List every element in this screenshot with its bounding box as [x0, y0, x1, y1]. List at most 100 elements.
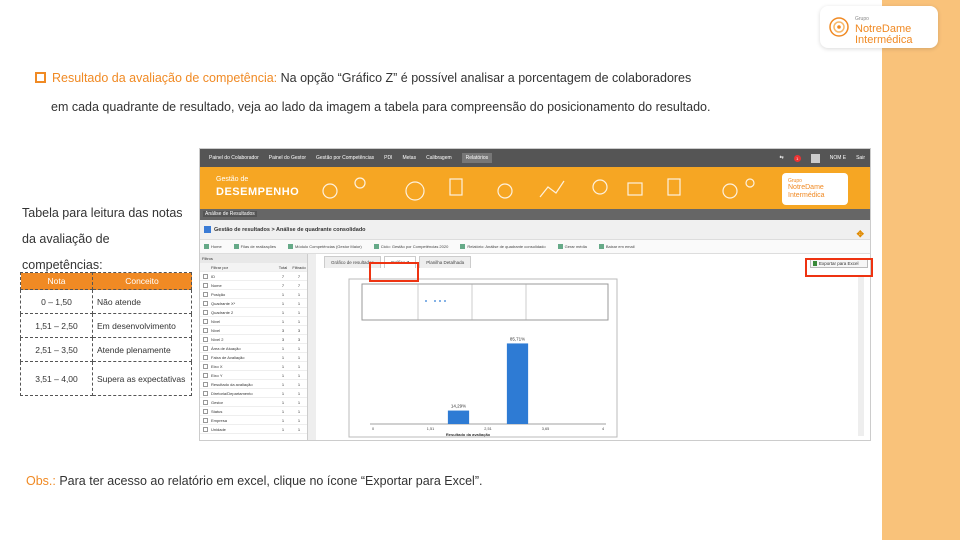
filter-filtered: 1 [297, 309, 301, 315]
scatter-point [434, 300, 436, 302]
pin-icon[interactable]: ✥ [856, 224, 864, 244]
filter-total: 1 [281, 372, 285, 378]
filter-checkbox[interactable] [203, 300, 208, 306]
filter-row[interactable]: Faixa de Avaliação 1 1 [200, 353, 307, 362]
filter-checkbox[interactable] [203, 327, 208, 333]
toolbar-item[interactable]: Gerar média [557, 244, 587, 250]
obs-label: Obs.: [26, 474, 56, 488]
nav-item[interactable]: Painel do Gestor [269, 155, 306, 161]
nav-item-active[interactable]: Relatórios [461, 153, 493, 163]
toolbar-item[interactable]: Módulo Competências (Gestor Maior) [288, 244, 362, 250]
filter-row[interactable]: Status 1 1 [200, 407, 307, 416]
filter-checkbox[interactable] [203, 336, 208, 342]
chart-bar [506, 343, 529, 424]
filter-checkbox[interactable] [203, 273, 208, 279]
filter-checkbox[interactable] [203, 417, 208, 423]
filter-checkbox[interactable] [203, 318, 208, 324]
page-title-bar: Gestão de resultados > Análise de quadra… [200, 220, 870, 240]
highlight-export-button [805, 258, 873, 277]
filter-row[interactable]: Nome 7 7 [200, 281, 307, 290]
filter-row[interactable]: Quadrante X* 1 1 [200, 299, 307, 308]
filter-checkbox[interactable] [203, 408, 208, 414]
filter-row[interactable]: Empresa 1 1 [200, 416, 307, 425]
chart-bar [447, 410, 470, 424]
toolbar-item[interactable]: Ciclo: Gestão por Competências 2020 [373, 244, 448, 250]
filter-checkbox[interactable] [203, 282, 208, 288]
filter-row[interactable]: Área de Atuação 1 1 [200, 344, 307, 353]
filter-row[interactable]: Nível 3 3 [200, 326, 307, 335]
toolbar-item[interactable]: Relatório: Análise de quadrante consolid… [460, 244, 546, 250]
nav-item[interactable]: Painel do Colaborador [209, 155, 259, 161]
filter-checkbox[interactable] [203, 381, 208, 387]
filter-row[interactable]: Eixo Y 1 1 [200, 371, 307, 380]
filter-name: Quadrante 2 [211, 309, 234, 315]
filter-name: Faixa de Avaliação [211, 354, 245, 360]
filter-row[interactable]: ID 7 7 [200, 272, 307, 281]
legend-header-nota: Nota [20, 272, 93, 290]
filter-row[interactable]: Posição 1 1 [200, 290, 307, 299]
filter-checkbox[interactable] [203, 354, 208, 360]
filter-filtered: 1 [297, 399, 301, 405]
chart-frame [348, 278, 618, 438]
filter-name: Quadrante X* [211, 300, 236, 306]
filter-checkbox[interactable] [203, 309, 208, 315]
filter-checkbox[interactable] [203, 291, 208, 297]
x-tick-label: 2,51 [484, 427, 491, 431]
filter-row[interactable]: Nível 1 1 [200, 317, 307, 326]
logo-line2: Intermédica [855, 34, 913, 46]
app-toolbar: Home Filas de realizações Módulo Competê… [200, 240, 870, 254]
nav-item[interactable]: PDI [384, 155, 392, 161]
toolbar-item[interactable]: Filas de realizações [233, 244, 276, 250]
filter-checkbox[interactable] [203, 426, 208, 432]
filters-columns: Filtrar por Total Filtrado [200, 263, 307, 272]
filter-row[interactable]: Eixo X 1 1 [200, 362, 307, 371]
filter-checkbox[interactable] [203, 372, 208, 378]
share-icon[interactable]: ⇆ [780, 155, 784, 161]
filter-checkbox[interactable] [203, 390, 208, 396]
filter-checkbox[interactable] [203, 399, 208, 405]
legend-nota: 2,51 – 3,50 [20, 337, 93, 362]
filter-filtered: 7 [297, 282, 301, 288]
filter-total: 1 [281, 345, 285, 351]
notification-badge[interactable]: 1 [793, 154, 801, 162]
toolbar-item[interactable]: Home [204, 244, 222, 250]
legend-conceito: Supera as expectativas [92, 361, 192, 396]
filter-row[interactable]: Diretoria/Departamento 1 1 [200, 389, 307, 398]
average-icon [557, 244, 563, 250]
filter-row[interactable]: Nível 2 3 3 [200, 335, 307, 344]
filter-filtered: 1 [297, 372, 301, 378]
filter-total: 1 [281, 300, 285, 306]
filter-total: 3 [281, 336, 285, 342]
avatar[interactable] [810, 153, 820, 163]
filter-total: 3 [281, 327, 285, 333]
logo-grupo: Grupo [855, 16, 869, 22]
nav-item[interactable]: Metas [402, 155, 416, 161]
exit-link[interactable]: Sair [856, 155, 865, 161]
user-name[interactable]: NOM E [830, 155, 846, 161]
filter-filtered: 1 [297, 417, 301, 423]
filter-row[interactable]: Resultado da avaliação 1 1 [200, 380, 307, 389]
bullet-label: Resultado da avaliação de competência: [52, 71, 278, 85]
x-tick-label: 1,51 [427, 427, 434, 431]
nav-item[interactable]: Calibragem [426, 155, 452, 161]
filter-total: 1 [281, 417, 285, 423]
filter-checkbox[interactable] [203, 363, 208, 369]
filter-filtered: 1 [297, 291, 301, 297]
filter-row[interactable]: Unidade 1 1 [200, 425, 307, 434]
email-icon [598, 244, 604, 250]
mini-logo-line1: NotreDame [788, 184, 824, 191]
filter-checkbox[interactable] [203, 345, 208, 351]
cycle-icon [373, 244, 379, 250]
tab-planilha-detalhada[interactable]: Planilha Detalhada [419, 256, 472, 268]
filter-col-filtered: Filtrado [292, 264, 306, 270]
subbar-tab[interactable]: Análise de Resultados [203, 211, 257, 217]
filter-row[interactable]: Gestor 1 1 [200, 398, 307, 407]
legend-conceito: Em desenvolvimento [92, 313, 192, 338]
filter-total: 1 [281, 309, 285, 315]
app-mini-logo: Grupo NotreDame Intermédica [782, 173, 848, 205]
report-scrollbar[interactable] [858, 276, 864, 436]
toolbar-item[interactable]: Baixar em email [598, 244, 635, 250]
nav-item[interactable]: Gestão por Competências [316, 155, 374, 161]
filters-scrollbar[interactable] [308, 254, 316, 440]
filter-row[interactable]: Quadrante 2 1 1 [200, 308, 307, 317]
